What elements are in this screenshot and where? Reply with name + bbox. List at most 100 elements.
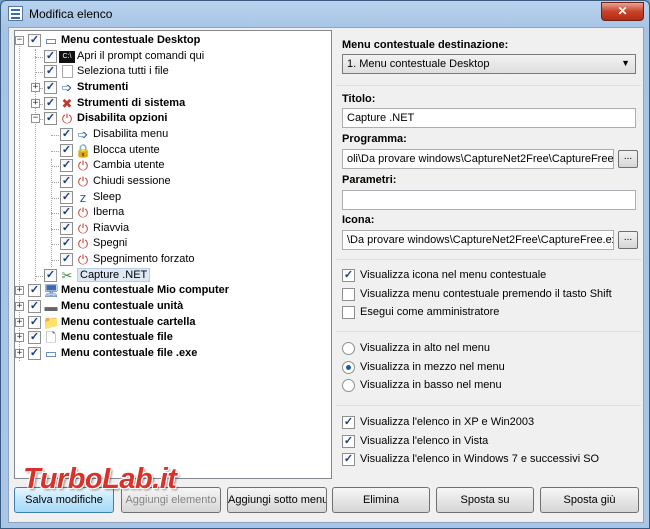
node-label[interactable]: Apri il prompt comandi qui: [77, 50, 204, 62]
position-radio[interactable]: [342, 379, 355, 392]
node-label[interactable]: Strumenti: [77, 81, 128, 93]
node-checkbox[interactable]: ✓: [44, 96, 57, 110]
expand-icon[interactable]: +: [31, 82, 40, 92]
node-label[interactable]: Menu contestuale file: [61, 331, 173, 343]
expand-icon[interactable]: +: [15, 286, 24, 296]
tree-node[interactable]: + ✓ ✖ Strumenti di sistema: [15, 96, 331, 112]
option-checkbox[interactable]: ✓: [342, 416, 355, 429]
icon-path-field[interactable]: \Da provare windows\CaptureNet2Free\Capt…: [342, 230, 614, 250]
option-checkbox[interactable]: ✓: [342, 434, 355, 448]
node-label[interactable]: Disabilita menu: [93, 128, 168, 140]
tree-node[interactable]: + ✓ ➩ Strumenti: [15, 80, 331, 96]
node-label[interactable]: Spegnimento forzato: [93, 253, 195, 265]
tree-node[interactable]: ✓ 🔒 Blocca utente: [15, 143, 331, 159]
node-label[interactable]: Menu contestuale Mio computer: [61, 284, 229, 296]
node-label[interactable]: Blocca utente: [93, 144, 160, 156]
position-radio[interactable]: [342, 360, 355, 374]
program-field[interactable]: oli\Da provare windows\CaptureNet2Free\C…: [342, 149, 614, 169]
node-checkbox[interactable]: ✓: [44, 268, 57, 282]
tree-node[interactable]: + ✓ ▭ Menu contestuale file .exe: [15, 346, 331, 362]
option-checkbox[interactable]: [342, 287, 355, 301]
arrow-right-icon: ➩: [77, 126, 89, 142]
node-label[interactable]: Menu contestuale cartella: [61, 316, 196, 328]
tree-node[interactable]: ✓ ⏻ Chiudi sessione: [15, 174, 331, 190]
node-checkbox[interactable]: ✓: [44, 65, 57, 79]
expand-icon[interactable]: +: [15, 317, 24, 327]
node-label[interactable]: Menu contestuale file .exe: [61, 347, 197, 359]
node-checkbox[interactable]: ✓: [44, 80, 57, 94]
node-label[interactable]: Chiudi sessione: [93, 175, 171, 187]
node-checkbox[interactable]: ✓: [28, 315, 41, 329]
separator: [336, 259, 641, 260]
delete-button[interactable]: Elimina: [332, 487, 430, 513]
node-checkbox[interactable]: ✓: [60, 174, 73, 188]
node-checkbox[interactable]: ✓: [60, 221, 73, 235]
node-checkbox[interactable]: ✓: [44, 112, 57, 126]
node-checkbox[interactable]: ✓: [28, 300, 41, 314]
option-checkbox[interactable]: ✓: [342, 453, 355, 466]
option-checkbox[interactable]: [342, 306, 355, 319]
tree-node[interactable]: + ✓ 🗋 Menu contestuale file: [15, 330, 331, 346]
tree-node[interactable]: ✓ Seleziona tutti i file: [15, 64, 331, 80]
title-bar[interactable]: Modifica elenco ✕: [1, 1, 649, 27]
node-checkbox[interactable]: ✓: [28, 34, 41, 47]
tree-node[interactable]: ✓ C:\ Apri il prompt comandi qui: [15, 49, 331, 65]
save-button[interactable]: Salva modifiche: [14, 487, 114, 513]
node-checkbox[interactable]: ✓: [60, 237, 73, 251]
option-checkbox[interactable]: ✓: [342, 269, 355, 282]
move-up-button[interactable]: Sposta su: [436, 487, 534, 513]
move-down-button[interactable]: Sposta giù: [540, 487, 639, 513]
tree-node[interactable]: − ✓ ▭ Menu contestuale Desktop: [15, 33, 331, 49]
node-checkbox[interactable]: ✓: [60, 159, 73, 173]
node-label[interactable]: Spegni: [93, 237, 127, 249]
node-checkbox[interactable]: ✓: [60, 190, 73, 204]
expand-icon[interactable]: +: [15, 349, 24, 358]
collapse-icon[interactable]: −: [15, 36, 24, 45]
node-label[interactable]: Disabilita opzioni: [77, 112, 167, 124]
tree-node[interactable]: ✓ ✂ Capture .NET: [15, 267, 331, 284]
node-label[interactable]: Cambia utente: [93, 159, 165, 171]
collapse-icon[interactable]: −: [31, 114, 40, 124]
node-label[interactable]: Menu contestuale unità: [61, 300, 183, 312]
node-label[interactable]: Seleziona tutti i file: [77, 65, 169, 77]
tree-node[interactable]: − ✓ ⏻ Disabilita opzioni: [15, 111, 331, 127]
expand-icon[interactable]: +: [15, 333, 24, 343]
tree-node[interactable]: ✓ ⏻ Riavvia: [15, 221, 331, 237]
node-checkbox[interactable]: ✓: [28, 284, 41, 298]
position-radio[interactable]: [342, 342, 355, 355]
tree-node[interactable]: ✓ ⏻ Cambia utente: [15, 158, 331, 174]
menu-tree[interactable]: − ✓ ▭ Menu contestuale Desktop ✓ C:\ Apri il p…: [14, 30, 332, 479]
parameters-field[interactable]: [342, 190, 636, 210]
node-checkbox[interactable]: ✓: [60, 127, 73, 141]
node-checkbox[interactable]: ✓: [60, 206, 73, 220]
title-field[interactable]: Capture .NET: [342, 108, 636, 128]
node-checkbox[interactable]: ✓: [60, 253, 73, 267]
node-label[interactable]: Capture .NET: [77, 267, 151, 282]
tree-node[interactable]: ✓ ⏻ Spegnimento forzato: [15, 252, 331, 268]
node-label[interactable]: Iberna: [93, 206, 124, 218]
node-checkbox[interactable]: ✓: [28, 331, 41, 345]
node-checkbox[interactable]: ✓: [28, 347, 41, 360]
expand-icon[interactable]: +: [31, 98, 40, 108]
option-label: Esegui come amministratore: [360, 306, 500, 318]
expand-icon[interactable]: +: [15, 302, 24, 312]
tree-node[interactable]: ✓ z Sleep: [15, 190, 331, 206]
program-browse-button[interactable]: ...: [618, 150, 638, 168]
close-button[interactable]: ✕: [601, 2, 644, 21]
destination-dropdown[interactable]: 1. Menu contestuale Desktop ▼: [342, 54, 636, 74]
add-submenu-button[interactable]: Aggiungi sotto menu: [227, 487, 327, 513]
add-item-button[interactable]: Aggiungi elemento: [121, 487, 221, 513]
tree-node[interactable]: ✓ ⏻ Iberna: [15, 205, 331, 221]
tree-node[interactable]: + ✓ 🖥 Menu contestuale Mio computer: [15, 283, 331, 299]
node-label[interactable]: Sleep: [93, 191, 121, 203]
node-label[interactable]: Menu contestuale Desktop: [61, 34, 200, 46]
icon-browse-button[interactable]: ...: [618, 231, 638, 249]
tree-node[interactable]: ✓ ➩ Disabilita menu: [15, 127, 331, 143]
tree-node[interactable]: ✓ ⏻ Spegni: [15, 236, 331, 252]
tree-node[interactable]: + ✓ 📁 Menu contestuale cartella: [15, 315, 331, 331]
node-checkbox[interactable]: ✓: [60, 143, 73, 157]
node-label[interactable]: Strumenti di sistema: [77, 97, 185, 109]
node-checkbox[interactable]: ✓: [44, 49, 57, 63]
tree-node[interactable]: + ✓ ▬ Menu contestuale unità: [15, 299, 331, 315]
node-label[interactable]: Riavvia: [93, 222, 129, 234]
